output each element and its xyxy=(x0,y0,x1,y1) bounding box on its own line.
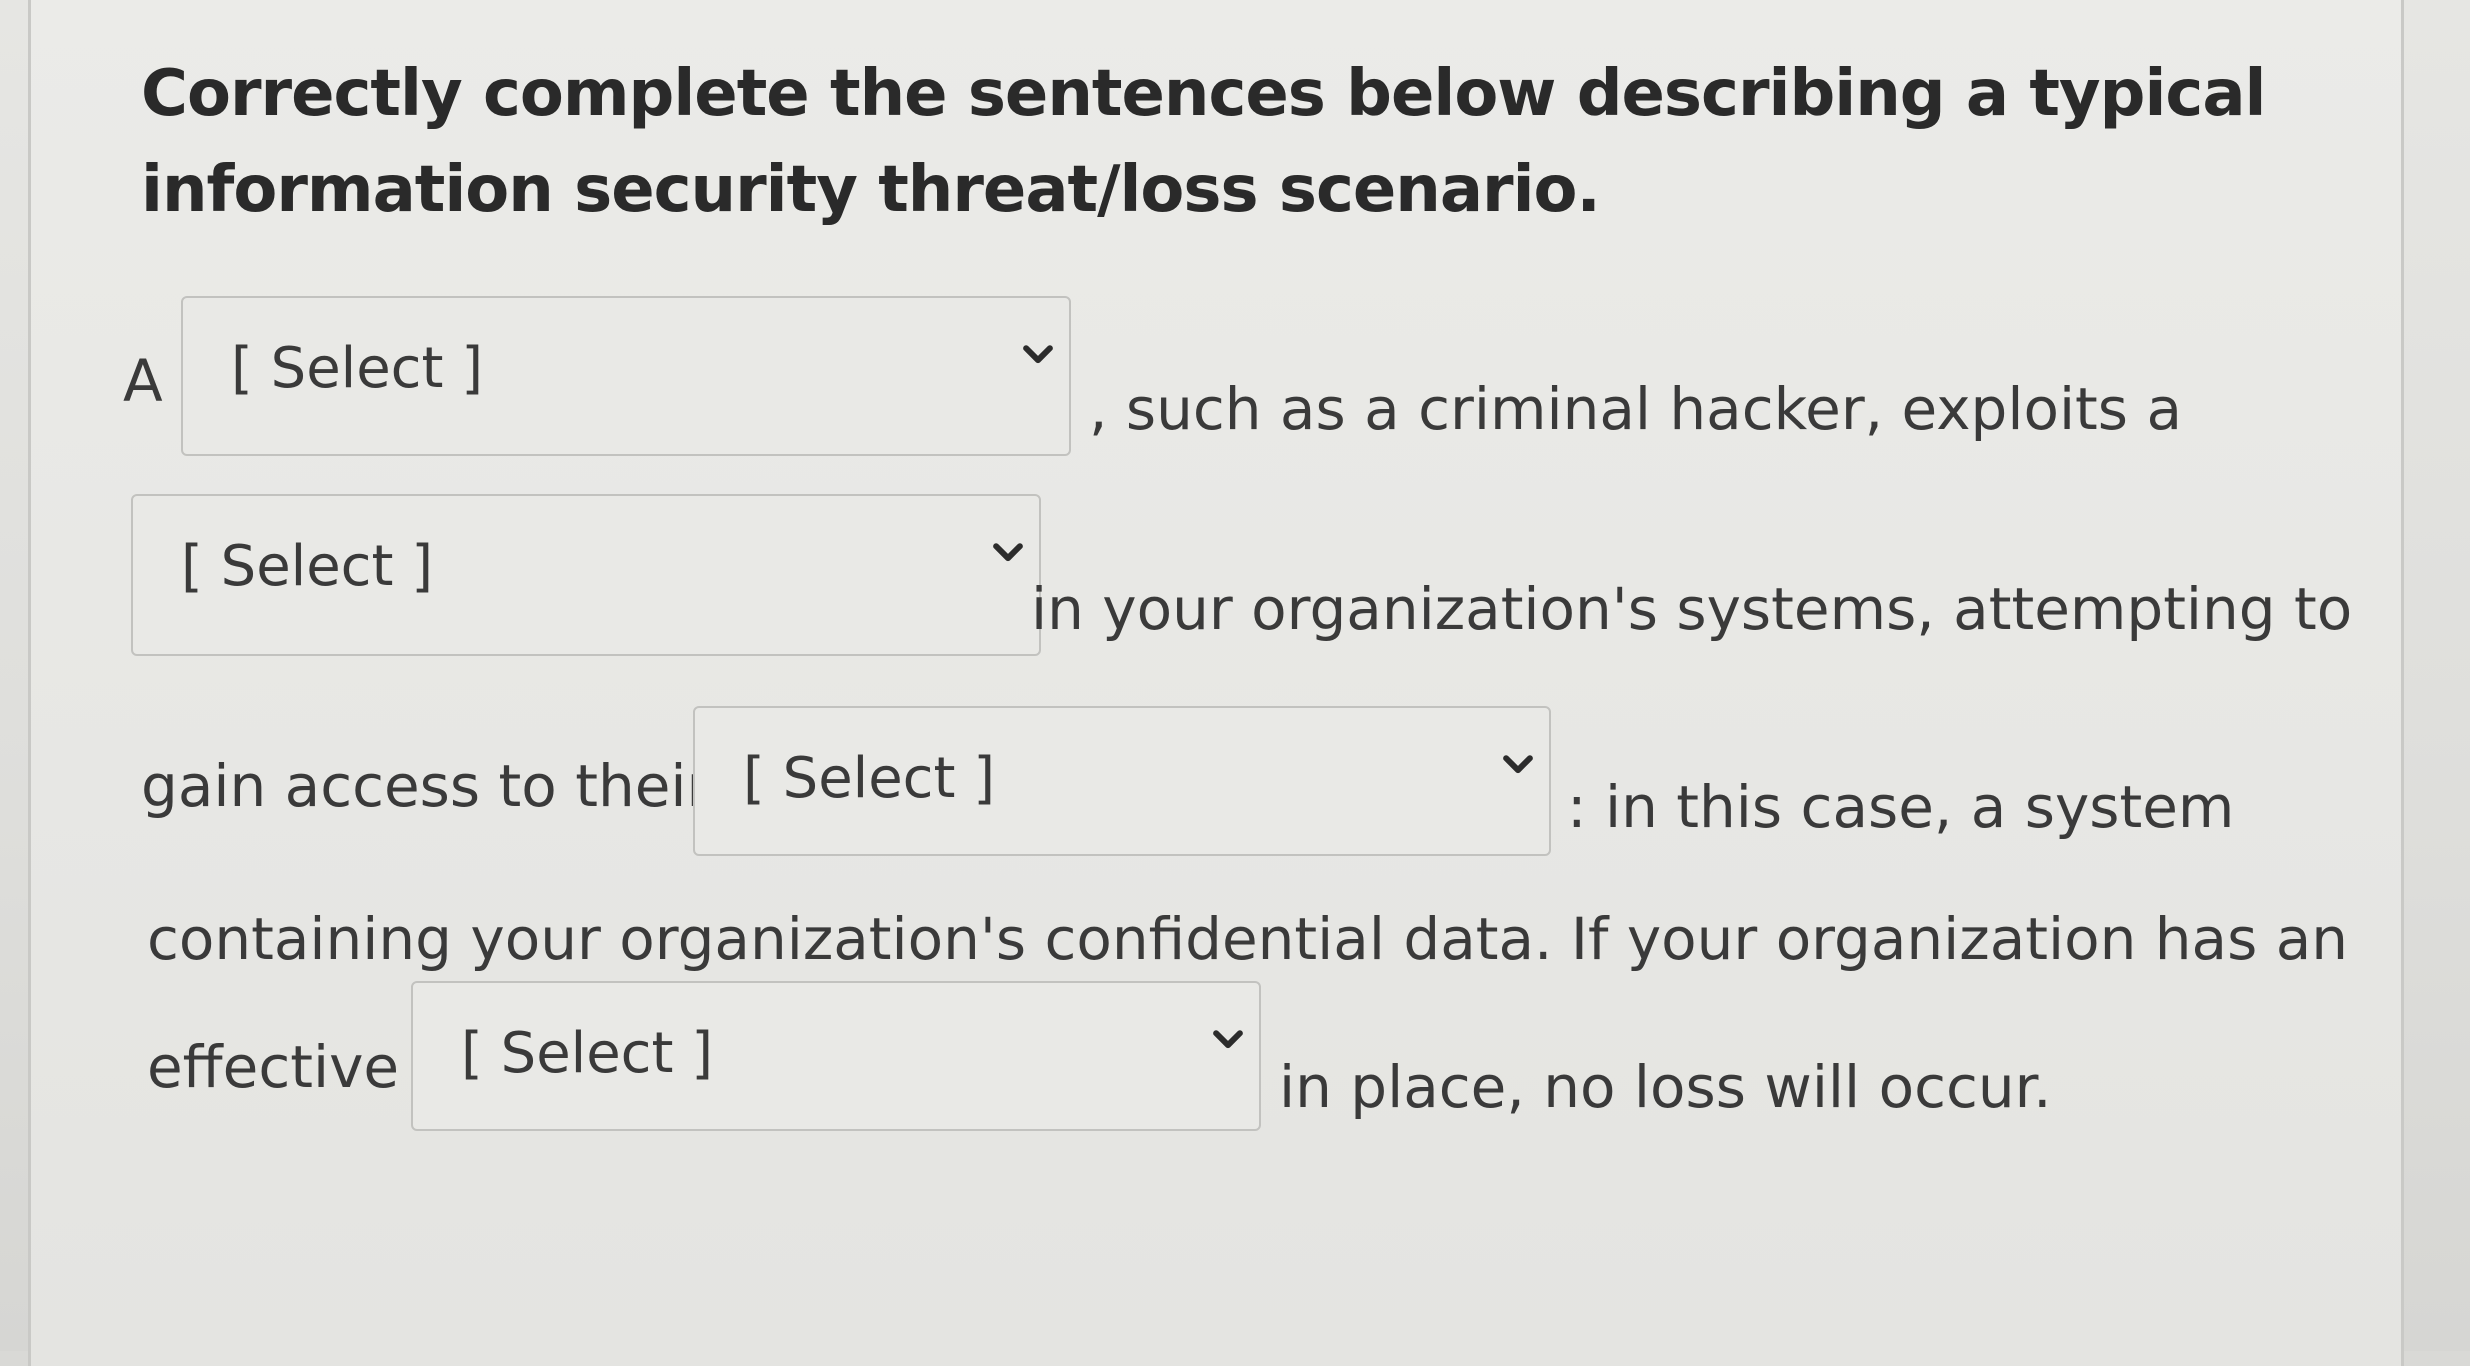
chevron-down-icon xyxy=(993,543,1023,562)
chevron-down-icon xyxy=(1503,755,1533,774)
sentence-text-5: containing your organization's confident… xyxy=(147,905,2349,973)
dropdown-selected-value: [ Select ] xyxy=(181,534,434,599)
safeguard-dropdown[interactable]: [ Select ] xyxy=(411,981,1261,1131)
chevron-down-icon xyxy=(1023,345,1053,364)
sentence-text-3: gain access to their xyxy=(141,752,711,820)
dropdown-selected-value: [ Select ] xyxy=(461,1021,714,1086)
question-title: Correctly complete the sentences below d… xyxy=(141,57,2266,227)
vulnerability-dropdown[interactable]: [ Select ] xyxy=(131,494,1041,656)
dropdown-selected-value: [ Select ] xyxy=(743,746,996,811)
question-panel: Correctly complete the sentences below d… xyxy=(28,0,2404,1366)
sentence-text-4: : in this case, a system xyxy=(1567,773,2235,841)
chevron-down-icon xyxy=(1213,1030,1243,1049)
dropdown-selected-value: [ Select ] xyxy=(231,336,484,401)
sentence-text-1: , such as a criminal hacker, exploits a xyxy=(1089,375,2182,443)
asset-dropdown[interactable]: [ Select ] xyxy=(693,706,1551,856)
sentence-text-6: effective xyxy=(147,1033,400,1101)
sentence-text-2: in your organization's systems, attempti… xyxy=(1031,575,2353,643)
sentence-lead-text: A xyxy=(123,347,163,415)
threat-agent-dropdown[interactable]: [ Select ] xyxy=(181,296,1071,456)
sentence-text-7: in place, no loss will occur. xyxy=(1279,1053,2052,1121)
screen-background: Correctly complete the sentences below d… xyxy=(0,0,2470,1366)
